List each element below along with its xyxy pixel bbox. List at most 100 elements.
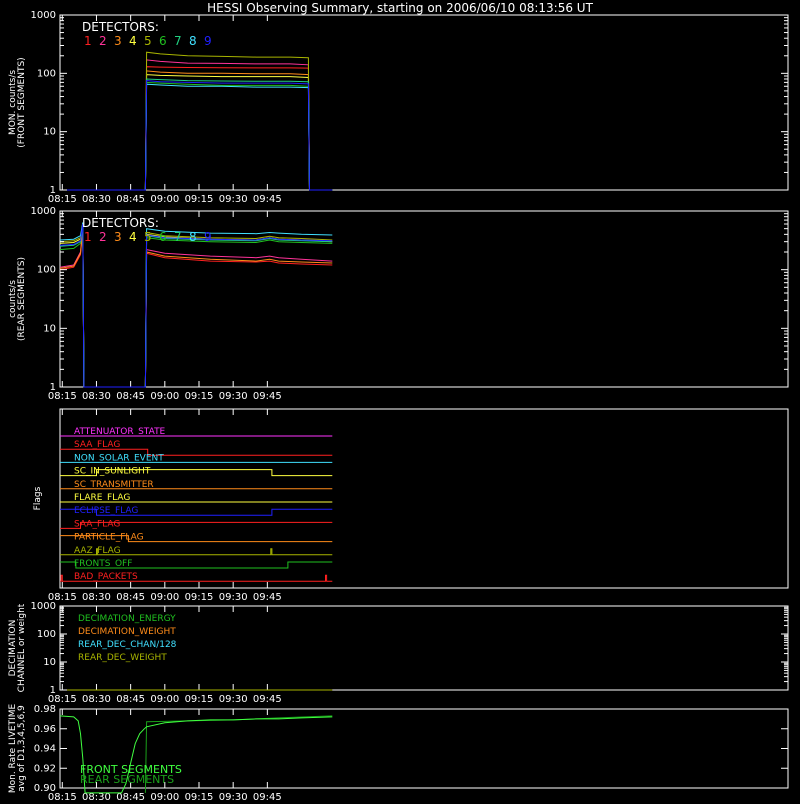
front-panel-xtick-label: 09:15 <box>185 194 214 205</box>
rear-panel-xtick-label: 08:30 <box>82 391 111 402</box>
flag-label: NON_SOLAR_EVENT <box>74 453 164 463</box>
livetime-panel-xtick-label: 09:00 <box>150 792 179 800</box>
decimation-panel-xtick-label: 09:30 <box>219 694 248 705</box>
rear-panel-legend-title: DETECTORS: <box>82 216 159 230</box>
flag-label: AAZ_FLAG <box>74 546 121 556</box>
front-panel-ylabel: (FRONT SEGMENTS) <box>17 57 27 147</box>
flags-panel-xtick-label: 09:45 <box>253 592 282 603</box>
front-panel-xtick-label: 08:45 <box>116 194 145 205</box>
decimation-panel-xtick-label: 08:45 <box>116 694 145 705</box>
rear-panel-xtick-label: 09:45 <box>253 391 282 402</box>
livetime-panel-ytick-label: 0.96 <box>34 724 56 735</box>
chart-title: HESSI Observing Summary, starting on 200… <box>207 1 593 15</box>
decimation-panel-ytick-label: 1 <box>50 685 56 696</box>
front-panel-xtick-label: 09:30 <box>219 194 248 205</box>
front-panel-xtick-label: 08:30 <box>82 194 111 205</box>
flag-label: FLARE_FLAG <box>74 493 130 503</box>
rear-series-line <box>59 227 333 388</box>
rear-panel-legend-item: 7 <box>174 230 182 244</box>
decimation-panel-xtick-label: 08:30 <box>82 694 111 705</box>
flag-label: SAA_FLAG <box>74 519 120 529</box>
decimation-panel-xtick-label: 09:00 <box>150 694 179 705</box>
front-panel-frame <box>59 14 789 191</box>
rear-series-line <box>59 224 333 388</box>
rear-panel-legend-item: 8 <box>189 230 197 244</box>
livetime-panel-ylabel: avg of D1,3,4,5,6,9 <box>17 705 27 792</box>
flag-label: BAD_PACKETS <box>74 572 138 582</box>
decimation-panel-ylabel: CHANNEL or weight <box>17 603 27 692</box>
livetime-panel-ytick-label: 0.90 <box>34 783 56 794</box>
hessi-summary: HESSI Observing Summary, starting on 200… <box>0 0 800 803</box>
flags-panel-xtick-label: 08:30 <box>82 592 111 603</box>
rear-panel-legend-item: 5 <box>144 230 152 244</box>
flags-panel-xtick-label: 09:15 <box>185 592 214 603</box>
decimation-panel-ytick-label: 100 <box>37 629 56 640</box>
flag-label: SC_IN_SUNLIGHT <box>74 467 151 477</box>
decimation-panel-xtick-label: 09:45 <box>253 694 282 705</box>
decimation-legend-item: REAR_DEC_CHAN/128 <box>78 640 177 650</box>
front-panel-legend-item: 5 <box>144 34 152 48</box>
decimation-legend-item: DECIMATION_WEIGHT <box>78 627 176 637</box>
front-panel-legend-item: 9 <box>204 34 212 48</box>
front-panel-legend-item: 1 <box>84 34 92 48</box>
decimation-panel-ytick-label: 10 <box>43 657 56 668</box>
rear-panel-ylabel: (REAR SEGMENTS) <box>17 257 27 341</box>
rear-series-line <box>59 226 333 388</box>
flags-panel-xtick-label: 08:45 <box>116 592 145 603</box>
decimation-legend-item: REAR_DEC_WEIGHT <box>78 653 167 663</box>
front-panel-legend-item: 8 <box>189 34 197 48</box>
front-panel-legend-item: 7 <box>174 34 182 48</box>
front-panel-ytick-label: 1 <box>50 185 56 196</box>
rear-panel-xtick-label: 09:15 <box>185 391 214 402</box>
livetime-panel-ytick-label: 0.94 <box>34 744 56 755</box>
rear-panel-legend-item: 9 <box>204 230 212 244</box>
livetime-panel-ytick-label: 0.98 <box>34 704 56 715</box>
front-series-line <box>60 81 333 191</box>
front-series-line <box>60 74 333 191</box>
decimation-panel-ytick-label: 1000 <box>31 601 56 612</box>
flag-label: SAA_FLAG <box>74 440 120 450</box>
rear-series-line <box>59 223 333 388</box>
front-panel-legend-item: 2 <box>99 34 107 48</box>
front-panel-ytick-label: 10 <box>43 127 56 138</box>
hessi-chart: HESSI Observing Summary, starting on 200… <box>8 1 789 803</box>
rear-panel-ytick-label: 1000 <box>31 206 56 217</box>
livetime-panel-xtick-label: 09:15 <box>185 792 214 800</box>
front-series-line <box>60 83 333 191</box>
front-series-line <box>60 70 333 191</box>
decimation-panel-xtick-label: 09:15 <box>185 694 214 705</box>
rear-panel-legend-item: 6 <box>159 230 167 244</box>
livetime-panel-xtick-label: 09:30 <box>219 792 248 800</box>
livetime-legend-item: REAR SEGMENTS <box>80 773 174 786</box>
front-panel-ytick-label: 1000 <box>31 10 56 21</box>
flag-label: ATTENUATOR_STATE <box>74 427 166 437</box>
flag-label: PARTICLE_FLAG <box>74 533 144 543</box>
rear-series-line <box>59 223 333 388</box>
flag-label: SC_TRANSMITTER <box>74 480 154 490</box>
livetime-panel-xtick-label: 09:45 <box>253 792 282 800</box>
front-panel-xtick-label: 09:00 <box>150 194 179 205</box>
flag-label: FRONTS_OFF <box>74 559 132 569</box>
rear-series-line <box>59 222 333 388</box>
front-panel-legend-item: 4 <box>129 34 137 48</box>
decimation-legend-item: DECIMATION_ENERGY <box>78 614 176 624</box>
front-panel-legend-title: DETECTORS: <box>82 20 159 34</box>
rear-panel-xtick-label: 09:30 <box>219 391 248 402</box>
rear-panel-legend-item: 1 <box>84 230 92 244</box>
rear-series-line <box>59 228 333 388</box>
rear-panel-legend-item: 3 <box>114 230 122 244</box>
flags-panel-xtick-label: 09:30 <box>219 592 248 603</box>
rear-series-line <box>59 224 333 388</box>
front-series-line <box>60 78 333 191</box>
rear-panel-legend-item: 4 <box>129 230 137 244</box>
rear-panel-ytick-label: 10 <box>43 323 56 334</box>
rear-panel-xtick-label: 08:45 <box>116 391 145 402</box>
front-panel-ytick-label: 100 <box>37 68 56 79</box>
front-panel-legend-item: 3 <box>114 34 122 48</box>
rear-panel-ytick-label: 100 <box>37 265 56 276</box>
rear-panel-legend-item: 2 <box>99 230 107 244</box>
rear-series-line <box>59 223 333 388</box>
rear-panel-xtick-label: 09:00 <box>150 391 179 402</box>
flags-ylabel: Flags <box>33 486 43 510</box>
livetime-panel-ytick-label: 0.92 <box>34 763 56 774</box>
